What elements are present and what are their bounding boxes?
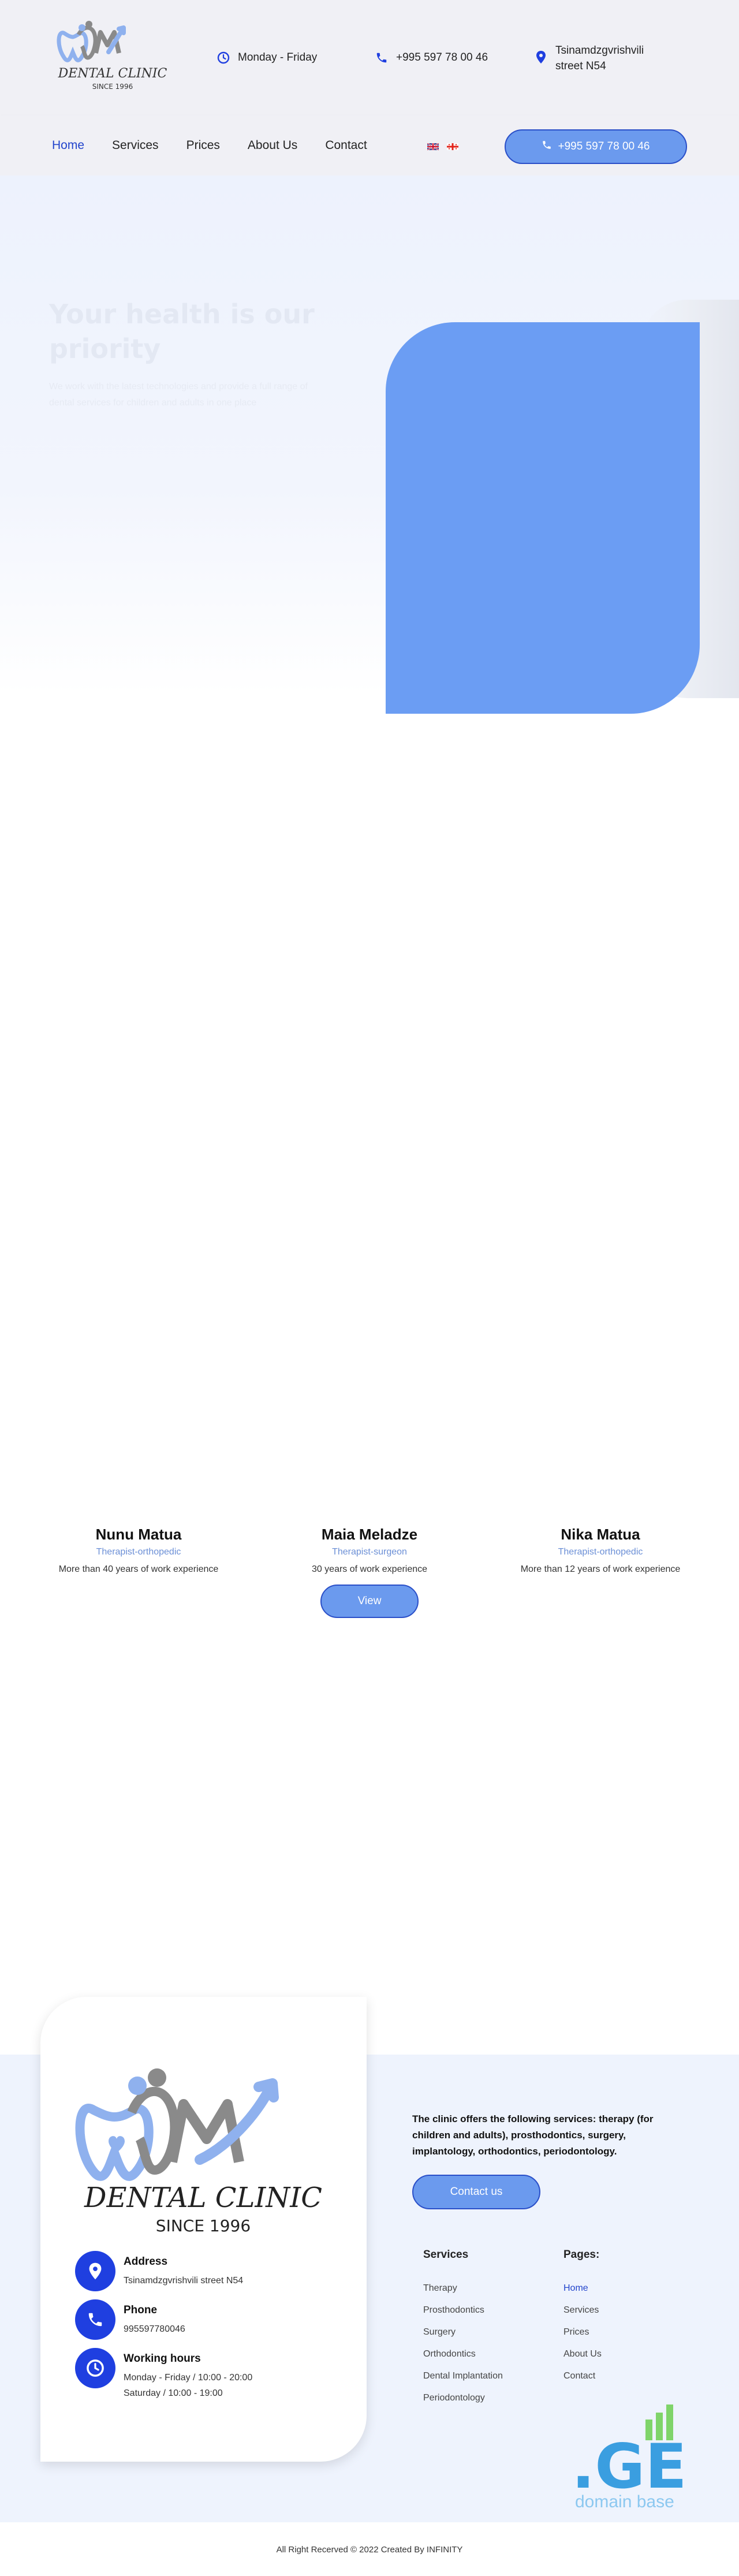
footer-page-link-home[interactable]: Home: [563, 2277, 602, 2299]
phone-info[interactable]: +995 597 78 00 46: [374, 50, 488, 65]
doctor-experience: More than 40 years of work experience: [58, 1564, 219, 1574]
doctor-card: Nika Matua Therapist-orthopedic More tha…: [497, 1524, 704, 1576]
english-flag-icon[interactable]: [427, 143, 439, 150]
clinic-logo: DENTAL CLINIC SINCE 1996: [75, 2068, 322, 2235]
doctor-role: Therapist-surgeon: [332, 1547, 407, 1557]
nav-services[interactable]: Services: [112, 139, 159, 152]
domain-badge-mark: .GE: [572, 2431, 687, 2502]
address-block: Address Tsinamdzgvrishvili street N54: [75, 2251, 243, 2291]
doctor-experience: 30 years of work experience: [311, 1564, 428, 1574]
domain-badge-text: domain base: [575, 2492, 674, 2511]
doctors-section: Nunu Matua Therapist-orthopedic More tha…: [0, 1524, 739, 1628]
hours-info: Monday - Friday: [216, 50, 317, 65]
contact-card: DENTAL CLINIC SINCE 1996 Address Tsinamd…: [40, 1997, 367, 2462]
hero-title: Your health is our priority: [49, 299, 315, 364]
card-logo-since-text: SINCE 1996: [156, 2216, 251, 2235]
footer-service-link[interactable]: Therapy: [423, 2277, 503, 2299]
address-value: Tsinamdzgvrishvili street N54: [124, 2276, 244, 2286]
doctor-role: Therapist-orthopedic: [96, 1547, 181, 1557]
doctor-card: Maia Meladze Therapist-surgeon 30 years …: [266, 1524, 473, 1576]
doctor-name: Nunu Matua: [95, 1526, 182, 1543]
view-doctors-button[interactable]: View: [320, 1585, 419, 1618]
address-info: Tsinamdzgvrishvili street N54: [533, 43, 644, 74]
footer-pages-column: Pages: Home Services Prices About Us Con…: [563, 2247, 602, 2387]
contact-us-button[interactable]: Contact us: [412, 2175, 540, 2209]
doctor-name: Maia Meladze: [321, 1526, 418, 1543]
nav-home[interactable]: Home: [52, 139, 84, 152]
footer-page-link-contact[interactable]: Contact: [563, 2365, 602, 2387]
address-line-1: Tsinamdzgvrishvili: [555, 44, 644, 57]
hours-text: Monday - Friday: [238, 51, 318, 64]
logo-brand-text: DENTAL CLINIC: [58, 66, 167, 81]
call-button[interactable]: +995 597 78 00 46: [505, 129, 687, 164]
footer-pages-title: Pages:: [563, 2249, 600, 2261]
footer-service-link[interactable]: Periodontology: [423, 2387, 503, 2409]
address-title: Address: [124, 2256, 168, 2268]
footer-services-title: Services: [423, 2249, 469, 2261]
phone-icon: [542, 140, 552, 154]
address-text: Tsinamdzgvrishvili street N54: [555, 43, 644, 74]
working-hours-title: Working hours: [124, 2353, 201, 2365]
doctor-name: Nika Matua: [561, 1526, 640, 1543]
hero-accent-card: [386, 322, 700, 714]
footer-page-link-prices[interactable]: Prices: [563, 2321, 602, 2343]
georgian-flag-icon[interactable]: [447, 143, 458, 150]
phone-icon: [75, 2299, 115, 2340]
language-switcher: [427, 143, 458, 150]
clinic-logo[interactable]: DENTAL CLINIC SINCE 1996: [52, 17, 173, 98]
doctor-card: Nunu Matua Therapist-orthopedic More tha…: [35, 1524, 242, 1576]
services-description: The clinic offers the following services…: [412, 2113, 654, 2157]
address-line-2: street N54: [555, 60, 606, 72]
footer-service-link[interactable]: Surgery: [423, 2321, 503, 2343]
footer-service-link[interactable]: Orthodontics: [423, 2343, 503, 2365]
working-hours-block: Working hours Monday - Friday / 10:00 - …: [75, 2348, 252, 2401]
nav-prices[interactable]: Prices: [186, 139, 220, 152]
main-navbar: Home Services Prices About Us Contact +9…: [0, 115, 739, 176]
footer-service-link[interactable]: Dental Implantation: [423, 2365, 503, 2387]
phone-block[interactable]: Phone 995597780046: [75, 2299, 185, 2340]
nav-about-us[interactable]: About Us: [248, 139, 297, 152]
hours-saturday: Saturday / 10:00 - 19:00: [124, 2388, 223, 2398]
top-bar: DENTAL CLINIC SINCE 1996 Monday - Friday…: [0, 0, 739, 115]
location-pin-icon: [533, 50, 548, 65]
clock-icon: [216, 50, 231, 65]
footer-page-link-services[interactable]: Services: [563, 2299, 602, 2321]
doctor-experience: More than 12 years of work experience: [520, 1564, 681, 1574]
hero-section: Your health is our priority We work with…: [0, 176, 739, 714]
working-hours-value: Monday - Friday / 10:00 - 20:00 Saturday…: [124, 2370, 252, 2401]
copyright-text: All Right Recerved © 2022 Created By INF…: [276, 2545, 463, 2555]
footer-services-column: Services Therapy Prosthodontics Surgery …: [423, 2247, 503, 2409]
card-logo-brand-text: DENTAL CLINIC: [84, 2182, 322, 2214]
location-pin-icon: [75, 2251, 115, 2291]
main-nav: Home Services Prices About Us Contact: [52, 139, 395, 152]
phone-text: +995 597 78 00 46: [396, 51, 488, 64]
call-button-label: +995 597 78 00 46: [558, 140, 650, 152]
doctor-role: Therapist-orthopedic: [558, 1547, 643, 1557]
footer-service-link[interactable]: Prosthodontics: [423, 2299, 503, 2321]
phone-value: 995597780046: [124, 2324, 185, 2334]
phone-icon: [374, 50, 389, 65]
page: DENTAL CLINIC SINCE 1996 Monday - Friday…: [0, 0, 739, 2576]
footer-page-link-about-us[interactable]: About Us: [563, 2343, 602, 2365]
clock-icon: [75, 2348, 115, 2388]
nav-contact[interactable]: Contact: [325, 139, 367, 152]
copyright-bar: All Right Recerved © 2022 Created By INF…: [0, 2523, 739, 2576]
logo-since-text: SINCE 1996: [92, 83, 133, 91]
hours-weekdays: Monday - Friday / 10:00 - 20:00: [124, 2373, 253, 2383]
phone-title: Phone: [124, 2304, 158, 2316]
hero-subtitle: We work with the latest technologies and…: [49, 382, 308, 408]
